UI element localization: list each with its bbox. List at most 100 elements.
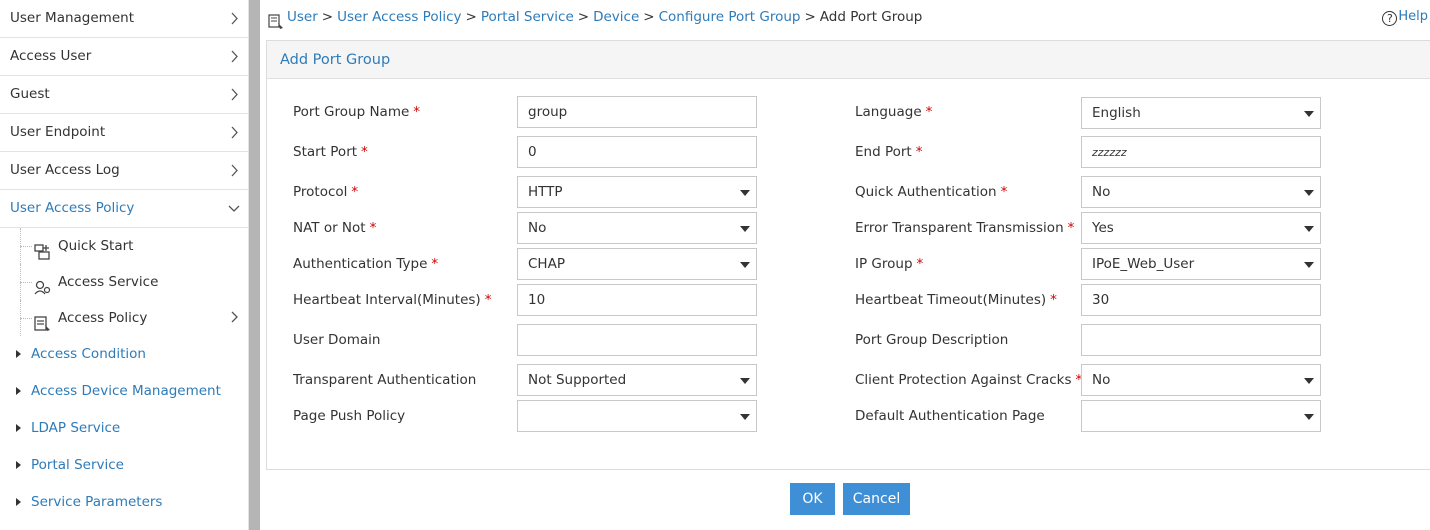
required-marker: * — [925, 104, 933, 120]
heartbeat-timeout-input[interactable] — [1081, 284, 1321, 316]
nav-user-access-log[interactable]: User Access Log — [0, 152, 248, 190]
start-port-input[interactable] — [517, 136, 757, 168]
required-marker: * — [369, 220, 377, 236]
end-port-value[interactable] — [1092, 138, 1312, 167]
port-group-name-input[interactable] — [517, 96, 757, 128]
sidebar: User Management Access User Guest User E… — [0, 0, 249, 530]
language-label: Language * — [855, 104, 932, 120]
breadcrumb-portal-service[interactable]: Portal Service — [481, 9, 574, 25]
protocol-select[interactable]: HTTP — [517, 176, 757, 208]
heartbeat-interval-input[interactable] — [517, 284, 757, 316]
sub-item-label: Access Service — [58, 274, 159, 290]
breadcrumb-separator: > — [321, 9, 334, 25]
nav-label: User Access Log — [10, 162, 120, 178]
page-push-policy-label: Page Push Policy — [293, 408, 405, 424]
sub-item-access-service[interactable]: Access Service — [0, 264, 248, 300]
required-marker: * — [351, 184, 359, 200]
auth-type-select[interactable]: CHAP — [517, 248, 757, 280]
cancel-button[interactable]: Cancel — [843, 483, 910, 515]
label-text: Start Port — [293, 144, 358, 160]
user-domain-input[interactable] — [517, 324, 757, 356]
default-auth-page-select[interactable] — [1081, 400, 1321, 432]
heartbeat-timeout-label: Heartbeat Timeout(Minutes) * — [855, 292, 1057, 308]
nav-user-management[interactable]: User Management — [0, 0, 248, 38]
breadcrumb-icon — [268, 9, 284, 29]
nav-label: User Endpoint — [10, 124, 106, 140]
nav-label: Guest — [10, 86, 50, 102]
breadcrumb-configure-port-group[interactable]: Configure Port Group — [659, 9, 801, 25]
transparent-auth-label: Transparent Authentication — [293, 372, 476, 388]
user-domain-value[interactable] — [528, 326, 748, 354]
select-value: CHAP — [528, 256, 565, 272]
tree-item-label: Access Device Management — [31, 383, 221, 399]
breadcrumb-separator: > — [577, 9, 590, 25]
tree-item-access-device-management[interactable]: Access Device Management — [0, 373, 248, 410]
tree-item-ldap-service[interactable]: LDAP Service — [0, 410, 248, 447]
dropdown-caret-icon — [1304, 414, 1314, 420]
nav-guest[interactable]: Guest — [0, 76, 248, 114]
sidebar-splitter[interactable] — [249, 0, 260, 530]
nav-label: Access User — [10, 48, 92, 64]
label-text: Language — [855, 104, 922, 120]
sub-item-label: Access Policy — [58, 310, 148, 326]
nav-access-user[interactable]: Access User — [0, 38, 248, 76]
error-transparent-select[interactable]: Yes — [1081, 212, 1321, 244]
port-group-desc-value[interactable] — [1092, 326, 1312, 354]
expand-arrow-icon — [16, 387, 21, 395]
label-text: Protocol — [293, 184, 348, 200]
ok-button[interactable]: OK — [790, 483, 835, 515]
port-group-desc-input[interactable] — [1081, 324, 1321, 356]
client-protection-select[interactable]: No — [1081, 364, 1321, 396]
nav-user-access-policy[interactable]: User Access Policy — [0, 190, 248, 228]
dropdown-caret-icon — [740, 414, 750, 420]
label-text: IP Group — [855, 256, 913, 272]
breadcrumb-user[interactable]: User — [287, 9, 318, 25]
transparent-auth-select[interactable]: Not Supported — [517, 364, 757, 396]
sub-item-quick-start[interactable]: Quick Start — [0, 228, 248, 264]
help-link[interactable]: ? Help — [1382, 0, 1428, 34]
nat-select[interactable]: No — [517, 212, 757, 244]
expand-arrow-icon — [16, 350, 21, 358]
tree-connector — [20, 318, 32, 319]
expand-arrow-icon — [16, 424, 21, 432]
dropdown-caret-icon — [740, 190, 750, 196]
nav-user-endpoint[interactable]: User Endpoint — [0, 114, 248, 152]
breadcrumb-user-access-policy[interactable]: User Access Policy — [337, 9, 461, 25]
breadcrumb-separator: > — [643, 9, 655, 25]
required-marker: * — [1067, 220, 1075, 236]
heartbeat-timeout-value[interactable] — [1092, 286, 1312, 314]
client-protection-label: Client Protection Against Cracks * — [855, 372, 1082, 388]
dropdown-caret-icon — [1304, 262, 1314, 268]
ip-group-select[interactable]: IPoE_Web_User — [1081, 248, 1321, 280]
tree-item-access-condition[interactable]: Access Condition — [0, 336, 248, 373]
breadcrumb-device[interactable]: Device — [593, 9, 639, 25]
nav-label: User Management — [10, 10, 134, 26]
tree-item-label: Service Parameters — [31, 494, 163, 510]
language-select[interactable]: English — [1081, 97, 1321, 129]
breadcrumb-current: Add Port Group — [819, 9, 923, 25]
end-port-label: End Port * — [855, 144, 922, 160]
user-domain-label: User Domain — [293, 332, 380, 348]
sub-item-access-policy[interactable]: Access Policy — [0, 300, 248, 336]
quick-auth-label: Quick Authentication * — [855, 184, 1007, 200]
label-text: Client Protection Against Cracks — [855, 372, 1072, 388]
tree-item-label: Portal Service — [31, 457, 124, 473]
nat-label: NAT or Not * — [293, 220, 376, 236]
label-text: Authentication Type — [293, 256, 428, 272]
access-service-icon — [34, 274, 52, 295]
page-push-policy-select[interactable] — [517, 400, 757, 432]
quick-auth-select[interactable]: No — [1081, 176, 1321, 208]
end-port-input[interactable] — [1081, 136, 1321, 168]
required-marker: * — [916, 256, 924, 272]
port-group-name-value[interactable] — [528, 98, 748, 126]
required-marker: * — [431, 256, 439, 272]
required-marker: * — [484, 292, 492, 308]
tree-item-portal-service[interactable]: Portal Service — [0, 447, 248, 484]
tree-item-label: LDAP Service — [31, 420, 121, 436]
label-text: Page Push Policy — [293, 408, 406, 424]
required-marker: * — [915, 144, 923, 160]
help-label: Help — [1398, 9, 1428, 24]
start-port-value[interactable] — [528, 138, 748, 166]
tree-item-service-parameters[interactable]: Service Parameters — [0, 484, 248, 521]
heartbeat-interval-value[interactable] — [528, 286, 748, 314]
